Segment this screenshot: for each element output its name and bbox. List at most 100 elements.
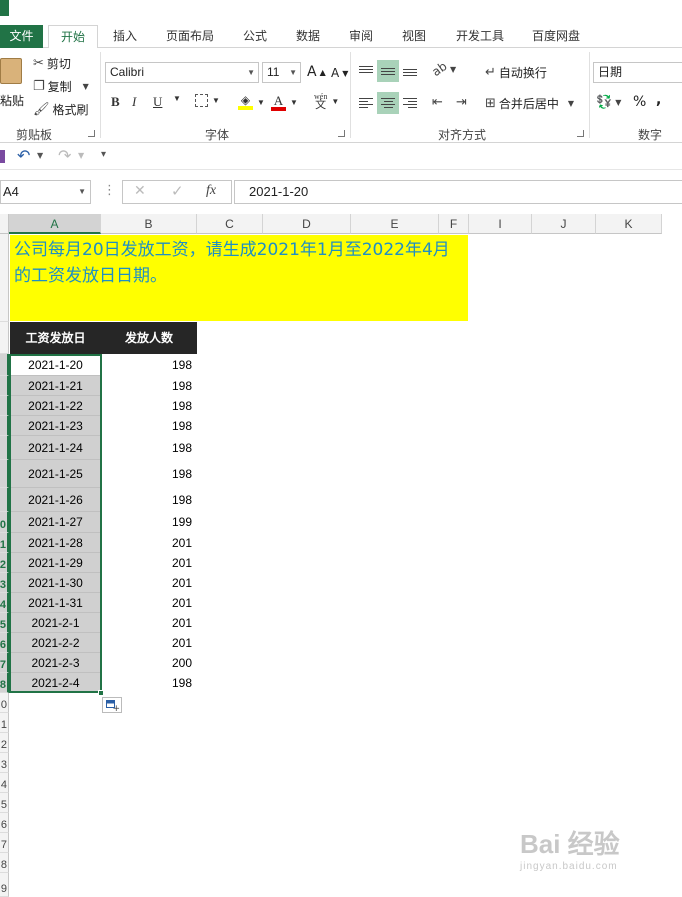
- row-header[interactable]: 0: [0, 693, 9, 713]
- row-header[interactable]: 8: [0, 853, 9, 873]
- save-icon[interactable]: [0, 150, 5, 163]
- date-cell[interactable]: 2021-1-31: [10, 593, 101, 613]
- row-header[interactable]: 7: [0, 653, 9, 673]
- tab-page-layout[interactable]: 页面布局: [158, 25, 222, 48]
- count-cell[interactable]: 201: [101, 633, 197, 653]
- count-cell[interactable]: 199: [101, 512, 197, 533]
- row-header[interactable]: [0, 436, 9, 460]
- count-cell[interactable]: 198: [101, 673, 197, 693]
- cancel-icon[interactable]: ✕: [134, 183, 146, 199]
- chevron-down-icon[interactable]: ▼: [173, 94, 181, 103]
- increase-indent-button[interactable]: ⇥: [456, 95, 467, 110]
- merge-center-button[interactable]: ⊞ 合并后居中 ▼: [485, 95, 574, 112]
- date-cell[interactable]: 2021-2-1: [10, 613, 101, 633]
- row-header[interactable]: [0, 396, 9, 416]
- paste-button[interactable]: 粘贴: [0, 54, 26, 110]
- row-header[interactable]: 6: [0, 813, 9, 833]
- column-header-d[interactable]: D: [263, 214, 351, 234]
- date-cell[interactable]: 2021-1-28: [10, 533, 101, 553]
- column-header-b[interactable]: B: [101, 214, 197, 234]
- row-header[interactable]: [0, 322, 9, 354]
- chevron-down-icon[interactable]: ▼: [78, 151, 84, 160]
- tab-review[interactable]: 审阅: [340, 25, 382, 48]
- tab-baidu-netdisk[interactable]: 百度网盘: [524, 25, 588, 48]
- tab-view[interactable]: 视图: [393, 25, 435, 48]
- date-cell[interactable]: 2021-1-27: [10, 512, 101, 533]
- bold-button[interactable]: B: [111, 94, 120, 110]
- alignment-launcher-icon[interactable]: [577, 130, 584, 137]
- count-cell[interactable]: 198: [101, 436, 197, 460]
- date-cell[interactable]: 2021-1-25: [10, 460, 101, 488]
- cut-button[interactable]: ✂ 剪切: [33, 55, 71, 72]
- copy-button[interactable]: ❐ 复制 ▼: [33, 78, 89, 95]
- column-header-k[interactable]: K: [596, 214, 662, 234]
- count-cell[interactable]: 201: [101, 573, 197, 593]
- row-header[interactable]: 9: [0, 873, 9, 897]
- format-painter-button[interactable]: 🖌 格式刷: [33, 101, 89, 118]
- insert-function-button[interactable]: fx: [206, 183, 216, 199]
- column-header-a[interactable]: A: [9, 214, 101, 234]
- count-cell[interactable]: 198: [101, 396, 197, 416]
- tab-developer[interactable]: 开发工具: [448, 25, 512, 48]
- tab-formulas[interactable]: 公式: [234, 25, 276, 48]
- row-header[interactable]: 3: [0, 573, 9, 593]
- wrap-text-button[interactable]: ↵ 自动换行: [485, 64, 547, 81]
- worksheet-grid[interactable]: A B C D E F I J K 0 1 2 3 4 5 6 7 8 9 0 …: [0, 214, 682, 897]
- formula-input[interactable]: 2021-1-20: [234, 180, 682, 204]
- count-cell[interactable]: 198: [101, 376, 197, 396]
- tab-data[interactable]: 数据: [287, 25, 329, 48]
- align-right-button[interactable]: [399, 92, 421, 114]
- row-header[interactable]: 1: [0, 533, 9, 553]
- chevron-down-icon[interactable]: ▼: [37, 151, 43, 160]
- column-header-f[interactable]: F: [439, 214, 469, 234]
- tab-home[interactable]: 开始: [48, 25, 98, 49]
- percent-button[interactable]: %: [633, 94, 646, 110]
- date-cell[interactable]: 2021-1-30: [10, 573, 101, 593]
- row-header[interactable]: [0, 460, 9, 488]
- name-box[interactable]: A4 ▼: [0, 180, 91, 204]
- align-center-button[interactable]: [377, 92, 399, 114]
- row-header[interactable]: 4: [0, 773, 9, 793]
- font-size-combo[interactable]: 11 ▼: [262, 62, 301, 83]
- shrink-font-button[interactable]: A ▼: [331, 66, 348, 80]
- align-left-button[interactable]: [355, 92, 377, 114]
- decrease-indent-button[interactable]: ⇤: [432, 95, 443, 110]
- row-header[interactable]: [0, 376, 9, 396]
- date-cell[interactable]: 2021-1-20: [10, 354, 101, 376]
- clipboard-launcher-icon[interactable]: [88, 130, 95, 137]
- align-middle-button[interactable]: [377, 60, 399, 82]
- column-header-c[interactable]: C: [197, 214, 263, 234]
- row-header[interactable]: [0, 354, 9, 376]
- font-name-combo[interactable]: Calibri ▼: [105, 62, 259, 83]
- date-cell[interactable]: 2021-2-2: [10, 633, 101, 653]
- fill-color-button[interactable]: ◈ ▼: [238, 94, 265, 110]
- fill-handle[interactable]: [98, 690, 104, 696]
- italic-button[interactable]: I: [132, 94, 136, 110]
- date-cell[interactable]: 2021-1-26: [10, 488, 101, 512]
- row-header[interactable]: 2: [0, 733, 9, 753]
- date-cell[interactable]: 2021-2-3: [10, 653, 101, 673]
- count-cell[interactable]: 200: [101, 653, 197, 673]
- borders-button[interactable]: ▼: [195, 94, 220, 107]
- comma-button[interactable]: ,: [656, 92, 661, 108]
- grow-font-button[interactable]: A ▲: [307, 64, 326, 80]
- row-header[interactable]: 5: [0, 793, 9, 813]
- count-cell[interactable]: 201: [101, 553, 197, 573]
- row-header[interactable]: 3: [0, 753, 9, 773]
- row-header[interactable]: 6: [0, 633, 9, 653]
- tab-file[interactable]: 文件: [0, 25, 43, 48]
- font-launcher-icon[interactable]: [338, 130, 345, 137]
- row-header[interactable]: [0, 416, 9, 436]
- enter-icon[interactable]: ✓: [171, 182, 184, 200]
- date-cell[interactable]: 2021-1-21: [10, 376, 101, 396]
- row-header[interactable]: 2: [0, 553, 9, 573]
- row-header[interactable]: [0, 488, 9, 512]
- column-header-j[interactable]: J: [532, 214, 596, 234]
- number-format-combo[interactable]: 日期: [593, 62, 682, 83]
- orientation-button[interactable]: ab ▼: [429, 59, 456, 79]
- date-cell[interactable]: 2021-1-24: [10, 436, 101, 460]
- date-cell[interactable]: 2021-1-22: [10, 396, 101, 416]
- font-color-button[interactable]: A ▼: [271, 94, 298, 111]
- count-cell[interactable]: 198: [101, 354, 197, 376]
- date-cell[interactable]: 2021-2-4: [10, 673, 101, 693]
